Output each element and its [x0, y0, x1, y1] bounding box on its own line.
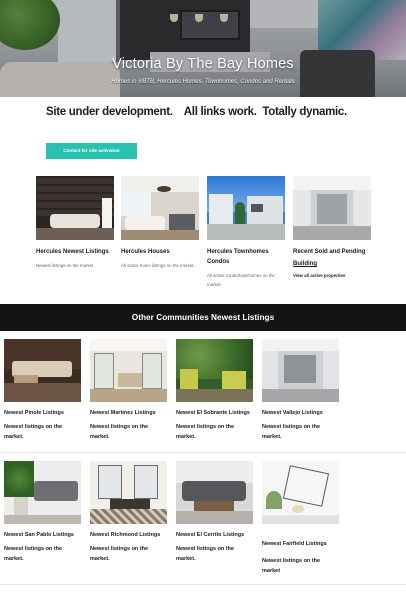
card-title[interactable]: Newest El Sobrante Listings	[176, 409, 253, 417]
card-description: Newest listings on the market.	[4, 424, 63, 440]
card-title[interactable]: Newest Richmond Listings	[90, 531, 167, 539]
listing-photo[interactable]	[176, 461, 253, 524]
card-title[interactable]: Recent Sold and Pending	[293, 247, 371, 257]
card-title[interactable]: Hercules Newest Listings	[36, 247, 114, 257]
card-hercules-townhomes[interactable]: Hercules Townhomes Condos All active con…	[207, 176, 285, 289]
card-description: Newest listings on the market.	[262, 424, 321, 440]
card-description: Newest listings on the market.	[36, 263, 95, 268]
listing-photo[interactable]	[90, 339, 167, 402]
hero-banner: Victoria By The Bay Homes Homes in VBTB,…	[0, 0, 406, 97]
card-vallejo[interactable]: Newest Vallejo Listings Newest listings …	[262, 339, 339, 442]
card-san-pablo[interactable]: Newest San Pablo Listings Newest listing…	[4, 461, 81, 564]
listing-photo[interactable]	[4, 461, 81, 524]
card-title[interactable]: Newest El Cerrito Listings	[176, 531, 253, 539]
card-el-cerrito[interactable]: Newest El Cerrito Listings Newest listin…	[176, 461, 253, 564]
hero-subtitle: Homes in VBTB, Hercules Homes, Townhomes…	[111, 79, 295, 85]
card-title[interactable]: Newest Fairfield Listings	[262, 540, 339, 548]
building-link[interactable]: Building	[293, 261, 371, 267]
listing-photo[interactable]	[121, 176, 199, 240]
card-recent-sold-pending[interactable]: Recent Sold and Pending Building View al…	[293, 176, 371, 278]
card-hercules-newest[interactable]: Hercules Newest Listings Newest listings…	[36, 176, 114, 271]
card-description: Newest listings on the market.	[176, 424, 235, 440]
card-title[interactable]: Newest Vallejo Listings	[262, 409, 339, 417]
card-description: Newest listings on the market.	[90, 424, 149, 440]
listing-photo[interactable]	[207, 176, 285, 240]
card-description: Newest listings on the market	[262, 558, 321, 574]
card-title[interactable]: Newest Pinole Listings	[4, 409, 81, 417]
card-hercules-houses[interactable]: Hercules Houses All active home listings…	[121, 176, 199, 271]
listing-photo[interactable]	[262, 461, 339, 524]
card-title[interactable]: Hercules Houses	[121, 247, 199, 257]
card-pinole[interactable]: Newest Pinole Listings Newest listings o…	[4, 339, 81, 442]
card-title[interactable]: Newest San Pablo Listings	[4, 531, 81, 539]
card-fairfield[interactable]: Newest Fairfield Listings Newest listing…	[262, 461, 339, 576]
view-all-properties-link[interactable]: View all active properties	[293, 273, 371, 278]
section-title: Other Communities Newest Listings	[131, 312, 275, 322]
card-description: All active condo/townhomes on the market…	[207, 273, 275, 287]
hero-title: Victoria By The Bay Homes	[112, 56, 294, 72]
card-richmond[interactable]: Newest Richmond Listings Newest listings…	[90, 461, 167, 564]
listing-photo[interactable]	[262, 339, 339, 402]
divider	[0, 584, 406, 585]
card-martinez[interactable]: Newest Martinez Listings Newest listings…	[90, 339, 167, 442]
divider	[0, 452, 406, 453]
section-banner: Other Communities Newest Listings	[0, 304, 406, 331]
listing-photo[interactable]	[176, 339, 253, 402]
listing-photo[interactable]	[4, 339, 81, 402]
listing-photo[interactable]	[293, 176, 371, 240]
contact-activation-button[interactable]: Contact for site activation	[46, 143, 137, 159]
card-description: Newest listings on the market.	[176, 546, 235, 562]
card-description: Newest listings on the market.	[4, 546, 63, 562]
card-description: Newest listings on the market.	[90, 546, 149, 562]
listing-photo[interactable]	[36, 176, 114, 240]
card-description: All active home listings on the market.	[121, 263, 195, 268]
card-title[interactable]: Newest Martinez Listings	[90, 409, 167, 417]
listing-photo[interactable]	[90, 461, 167, 524]
card-el-sobrante[interactable]: Newest El Sobrante Listings Newest listi…	[176, 339, 253, 442]
development-notice: Site under development. All links work. …	[46, 106, 347, 118]
card-title[interactable]: Hercules Townhomes Condos	[207, 247, 285, 267]
